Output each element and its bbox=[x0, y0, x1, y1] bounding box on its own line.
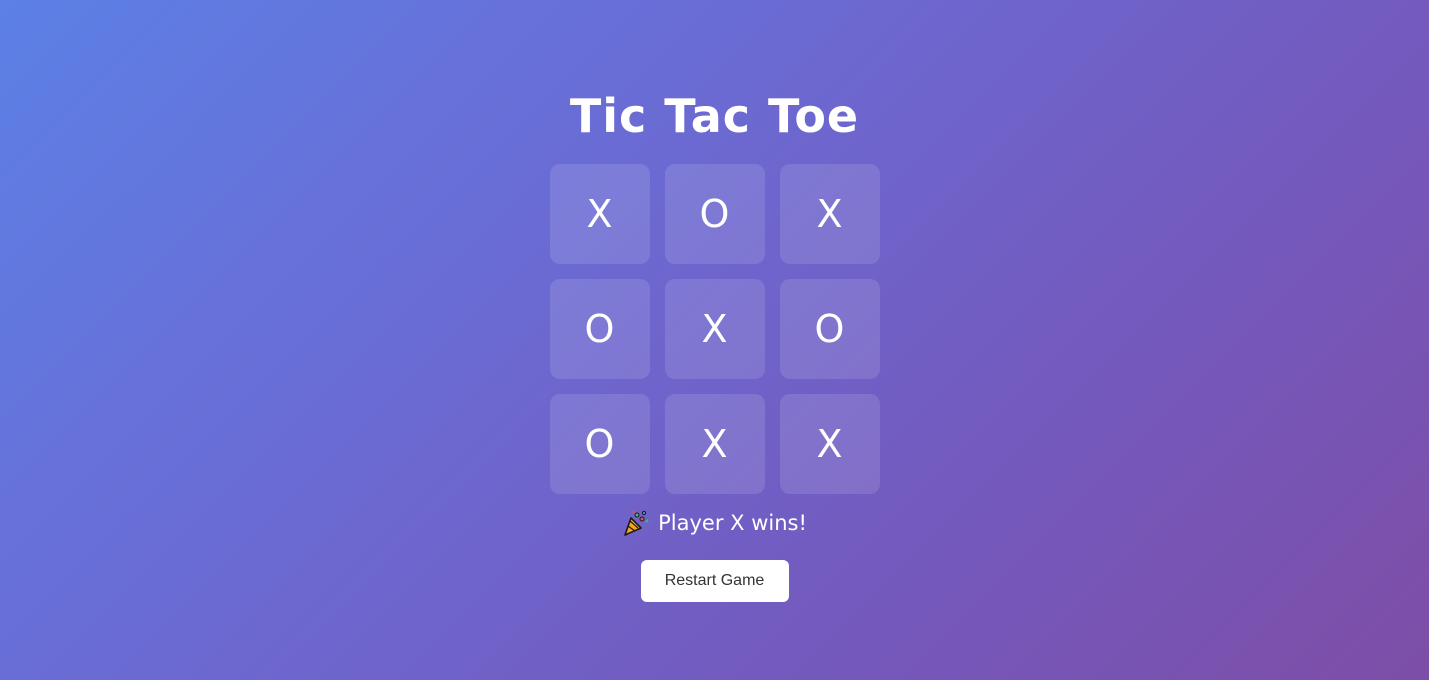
board-cell-8[interactable]: X bbox=[664, 394, 765, 494]
board-cell-2[interactable]: O bbox=[664, 164, 765, 264]
board-cell-7[interactable]: O bbox=[549, 394, 650, 494]
board-cell-9[interactable]: X bbox=[779, 394, 880, 494]
page-title: Tic Tac Toe bbox=[569, 89, 860, 143]
board-cell-4[interactable]: O bbox=[549, 279, 650, 379]
board-cell-6[interactable]: O bbox=[779, 279, 880, 379]
party-popper-icon bbox=[622, 509, 650, 537]
restart-game-button[interactable]: Restart Game bbox=[640, 560, 789, 602]
status-text: Player X wins! bbox=[658, 511, 807, 535]
board-cell-3[interactable]: X bbox=[779, 164, 880, 264]
game-board: X O X O X O O X X bbox=[549, 164, 880, 494]
game-container: Tic Tac Toe X O X O X O O X X Player X w… bbox=[0, 0, 1429, 680]
game-status: Player X wins! bbox=[622, 508, 807, 538]
board-cell-5[interactable]: X bbox=[664, 279, 765, 379]
board-cell-1[interactable]: X bbox=[549, 164, 650, 264]
